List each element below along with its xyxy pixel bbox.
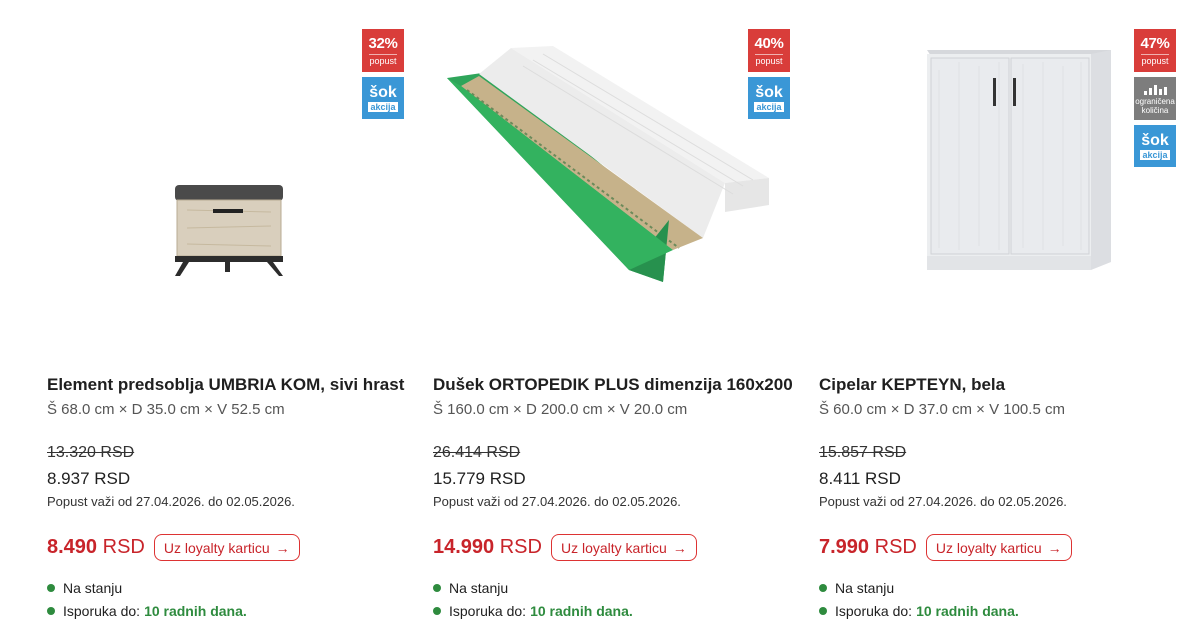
bar-chart-icon [1143,84,1167,95]
in-stock-dot-icon [47,584,55,592]
sok-akcija-badge: šok akcija [748,77,790,119]
delivery-info: Isporuka do: 10 radnih dana. [47,603,247,619]
stock-status: Na stanju [433,580,508,596]
product-card[interactable]: 47% popust ograničena količina šok akcij… [819,0,1191,628]
stock-status: Na stanju [47,580,122,596]
product-image-area[interactable]: 40% popust šok akcija [433,0,805,345]
loyalty-price-row: 8.490 RSD Uz loyalty karticu → [47,533,300,562]
in-stock-dot-icon [819,584,827,592]
old-price: 15.857 RSD [819,444,907,461]
product-title[interactable]: Element predsoblja UMBRIA KOM, sivi hras… [47,375,404,395]
arrow-right-icon: → [672,539,687,556]
delivery-dot-icon [433,607,441,615]
loyalty-card-button[interactable]: Uz loyalty karticu → [925,534,1072,561]
stock-status: Na stanju [819,580,894,596]
loyalty-price-row: 7.990 RSD Uz loyalty karticu → [819,533,1072,562]
loyalty-price: 8.490 RSD [47,536,145,558]
loyalty-price: 7.990 RSD [819,536,917,558]
in-stock-dot-icon [433,584,441,592]
product-card[interactable]: 32% popust šok akcija Element predsoblja… [47,0,419,628]
discount-validity: Popust važi od 27.04.2026. do 02.05.2026… [433,494,681,509]
product-image-area[interactable]: 47% popust ograničena količina šok akcij… [819,0,1191,345]
old-price: 26.414 RSD [433,444,521,461]
limited-quantity-badge: ograničena količina [1134,77,1176,120]
discount-badge: 47% popust [1134,29,1176,72]
discount-badge: 32% popust [362,29,404,72]
current-price: 15.779 RSD [433,469,526,488]
sok-akcija-badge: šok akcija [1134,125,1176,167]
product-card[interactable]: 40% popust šok akcija Dušek ORTOPEDIK PL… [433,0,805,628]
delivery-dot-icon [819,607,827,615]
loyalty-card-button[interactable]: Uz loyalty karticu → [153,534,300,561]
discount-badge: 40% popust [748,29,790,72]
sok-akcija-badge: šok akcija [362,77,404,119]
arrow-right-icon: → [1047,539,1062,556]
loyalty-price-row: 14.990 RSD Uz loyalty karticu → [433,533,697,562]
delivery-info: Isporuka do: 10 radnih dana. [433,603,633,619]
product-title[interactable]: Cipelar KEPTEYN, bela [819,375,1005,395]
current-price: 8.411 RSD [819,469,901,488]
product-dimensions: Š 68.0 cm × D 35.0 cm × V 52.5 cm [47,401,285,418]
old-price: 13.320 RSD [47,444,135,461]
product-dimensions: Š 160.0 cm × D 200.0 cm × V 20.0 cm [433,401,688,418]
arrow-right-icon: → [275,539,290,556]
delivery-info: Isporuka do: 10 radnih dana. [819,603,1019,619]
current-price: 8.937 RSD [47,469,131,488]
discount-validity: Popust važi od 27.04.2026. do 02.05.2026… [819,494,1067,509]
loyalty-card-button[interactable]: Uz loyalty karticu → [550,534,697,561]
discount-validity: Popust važi od 27.04.2026. do 02.05.2026… [47,494,295,509]
product-dimensions: Š 60.0 cm × D 37.0 cm × V 100.5 cm [819,401,1065,418]
product-title[interactable]: Dušek ORTOPEDIK PLUS dimenzija 160x200 [433,375,793,395]
loyalty-price: 14.990 RSD [433,536,542,558]
product-image-area[interactable]: 32% popust šok akcija [47,0,419,345]
delivery-dot-icon [47,607,55,615]
